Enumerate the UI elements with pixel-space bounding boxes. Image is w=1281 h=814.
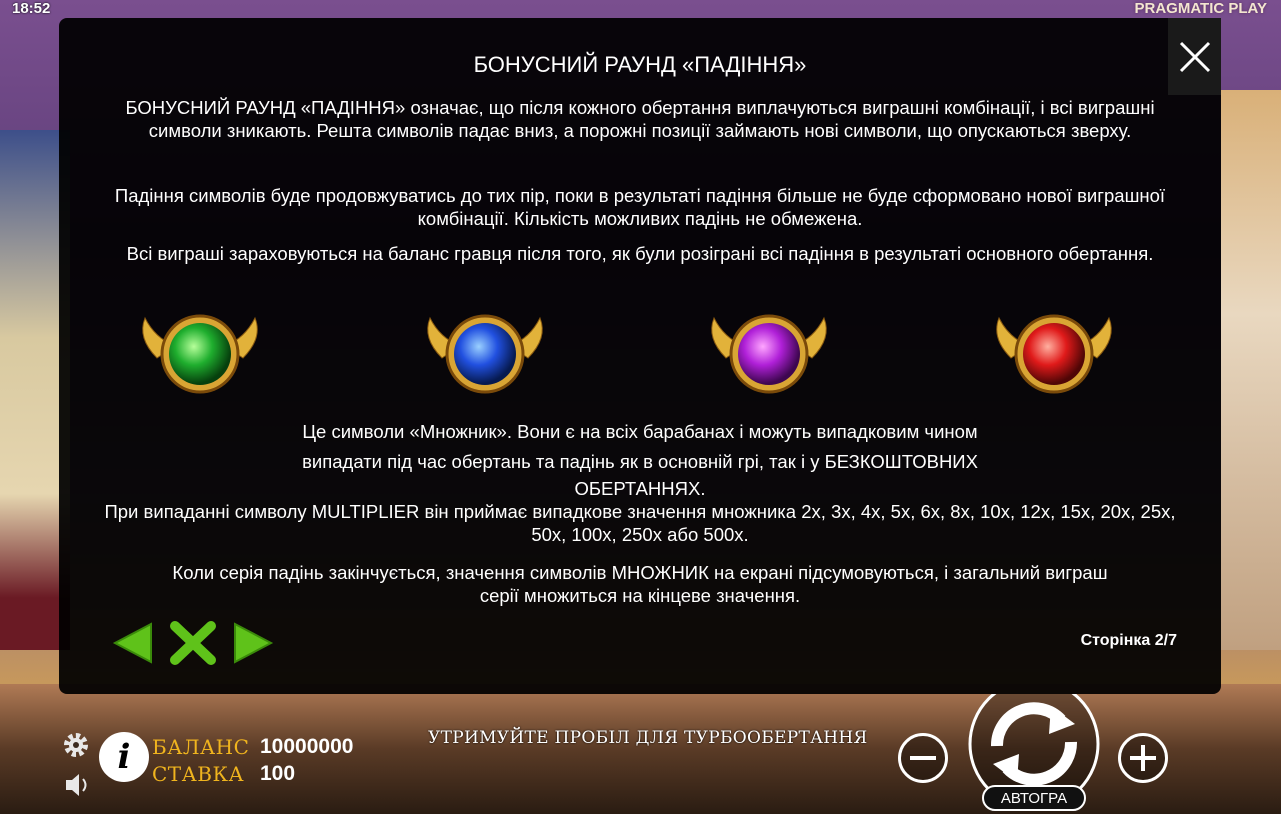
tumble-continuation: Падіння символів буде продовжуватись до … xyxy=(114,185,1166,229)
green-orb-icon xyxy=(142,314,258,394)
sound-icon[interactable] xyxy=(64,772,92,798)
multiplier-summary: Коли серія падінь закінчується, значення… xyxy=(172,562,1108,606)
modal-title: БОНУСНИЙ РАУНД «ПАДІННЯ» xyxy=(473,52,807,77)
tumble-description: БОНУСНИЙ РАУНД «ПАДІННЯ» означає, що піс… xyxy=(125,97,1155,141)
info-button[interactable]: i xyxy=(99,732,149,782)
brand-logo: PRAGMATIC PLAY xyxy=(1134,0,1267,17)
purple-orb-icon xyxy=(711,314,827,394)
settings-gear-icon[interactable] xyxy=(60,729,92,761)
balance-label: БАЛАНС xyxy=(152,735,250,759)
decrease-bet-button[interactable] xyxy=(898,733,948,783)
red-orb-icon xyxy=(996,314,1112,394)
multiplier-line-1: Це символи «Множник». Вони є на всіх бар… xyxy=(302,421,978,442)
turbo-hint: УТРИМУЙТЕ ПРОБІЛ ДЛЯ ТУРБООБЕРТАННЯ xyxy=(428,728,868,748)
page-indicator: Сторінка 2/7 xyxy=(1080,632,1177,649)
close-icon xyxy=(1179,41,1210,72)
clock: 18:52 xyxy=(12,0,51,17)
balance-value: 10000000 xyxy=(260,735,354,758)
background-right-panel xyxy=(1221,90,1281,650)
blue-orb-icon xyxy=(427,314,543,394)
bet-value: 100 xyxy=(260,762,296,785)
bet-label: СТАВКА xyxy=(152,762,245,786)
multiplier-symbols xyxy=(59,308,1221,408)
prev-page-button[interactable] xyxy=(111,620,155,666)
paytable-modal: БОНУСНИЙ РАУНД «ПАДІННЯ» БОНУСНИЙ РАУНД … xyxy=(59,18,1221,694)
multiplier-values: При випаданні символу MULTIPLIER він при… xyxy=(104,501,1176,545)
increase-bet-button[interactable] xyxy=(1118,733,1168,783)
page-navigation xyxy=(111,618,276,668)
next-page-button[interactable] xyxy=(231,620,275,666)
close-button[interactable] xyxy=(1168,18,1221,95)
multiplier-line-3: ОБЕРТАННЯХ. xyxy=(574,478,706,499)
close-paytable-button[interactable] xyxy=(169,620,217,666)
tumble-payout: Всі виграші зараховуються на баланс грав… xyxy=(126,243,1154,264)
autoplay-button[interactable]: АВТОГРА xyxy=(982,785,1086,811)
info-icon: i xyxy=(117,737,131,777)
multiplier-line-2: випадати під час обертань та падінь як в… xyxy=(302,451,978,472)
